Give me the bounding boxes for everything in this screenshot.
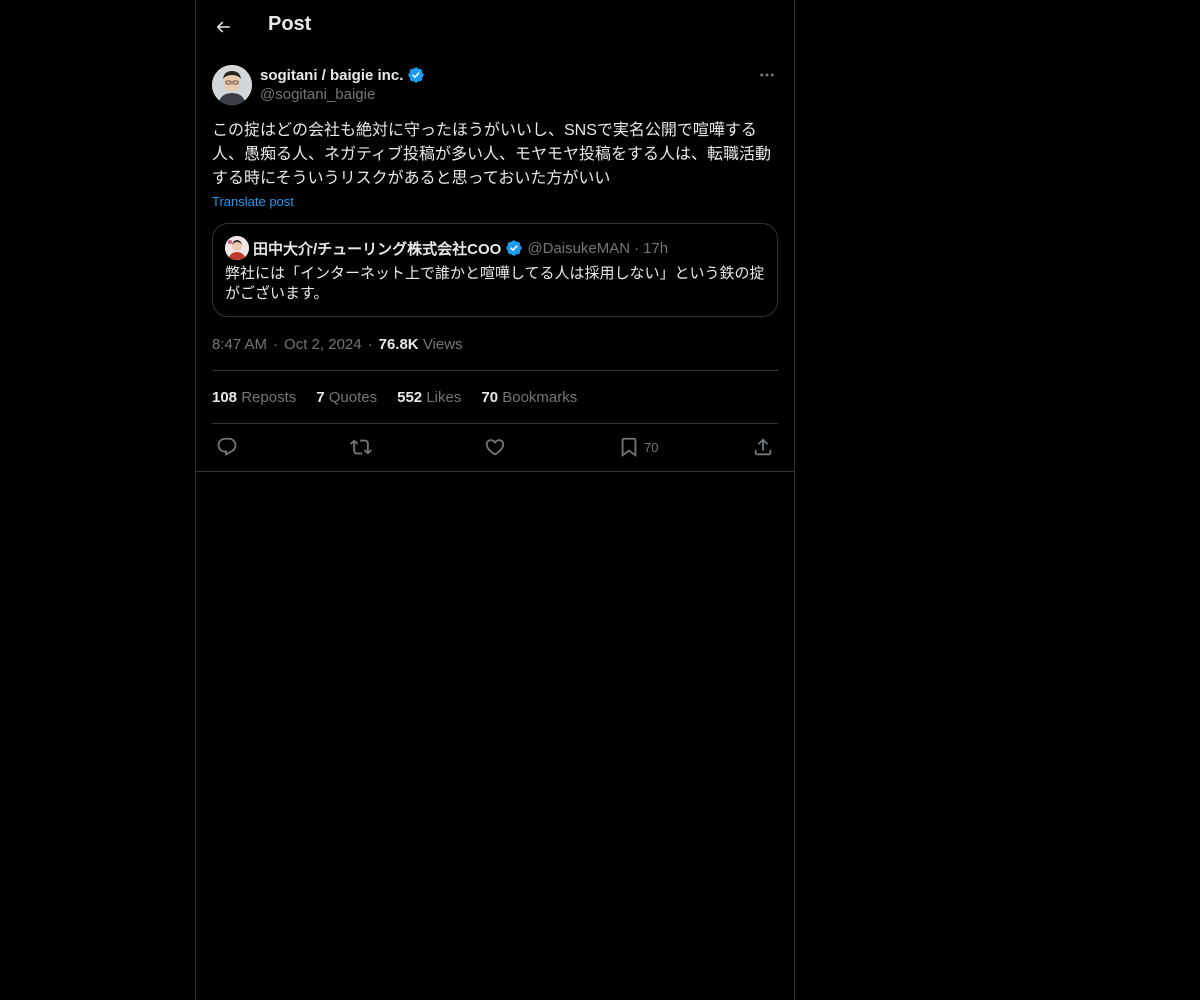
page-title: Post — [268, 13, 312, 35]
bookmarks-stat[interactable]: 70 Bookmarks — [481, 389, 577, 406]
reply-icon — [216, 436, 238, 458]
separator-dot: · — [273, 335, 279, 353]
likes-count: 552 — [397, 388, 423, 406]
share-button[interactable] — [752, 434, 774, 460]
post-stats: 108 Reposts 7 Quotes 552 Likes 70 Bookma… — [212, 387, 577, 407]
more-options-button[interactable] — [752, 64, 782, 86]
views-count: 76.8K — [378, 335, 419, 353]
verified-badge-icon — [505, 239, 523, 257]
heart-icon — [484, 436, 506, 458]
quoted-post-time: 17h — [643, 239, 669, 257]
repost-button[interactable] — [350, 434, 372, 460]
verified-badge-icon — [407, 66, 425, 84]
quotes-count: 7 — [316, 388, 325, 406]
header-bar: Post — [196, 0, 794, 53]
translate-post-link[interactable]: Translate post — [212, 194, 294, 209]
bookmarks-label: Bookmarks — [502, 388, 578, 406]
reply-button[interactable] — [216, 434, 238, 460]
bookmarks-count: 70 — [481, 388, 499, 406]
action-bar: 70 — [196, 426, 794, 470]
bookmark-icon — [618, 436, 640, 458]
reposts-stat[interactable]: 108 Reposts — [212, 389, 296, 406]
author-name[interactable]: sogitani / baigie inc. — [260, 67, 403, 84]
divider — [212, 423, 778, 424]
quoted-post-text: 弊社には「インターネット上で誰かと喧嘩してる人は採用しない」という鉄の掟がござい… — [225, 265, 765, 302]
likes-stat[interactable]: 552 Likes — [397, 389, 461, 406]
quoted-author-handle: @DaisukeMAN — [527, 239, 631, 257]
author-handle[interactable]: @sogitani_baigie — [260, 86, 375, 103]
reposts-label: Reposts — [241, 388, 297, 406]
separator-dot: · — [634, 239, 640, 257]
author-name-row[interactable]: sogitani / baigie inc. — [260, 65, 425, 85]
views-label: Views — [422, 335, 463, 353]
quoted-post[interactable]: 田中大介/チューリング株式会社COO @DaisukeMAN · 17h 弊社に… — [212, 223, 778, 317]
reposts-count: 108 — [212, 388, 238, 406]
divider — [212, 370, 778, 371]
separator-dot: · — [367, 335, 373, 353]
back-button[interactable] — [206, 10, 240, 44]
post-meta: 8:47 AM · Oct 2, 2024 · 76.8K Views — [212, 334, 463, 354]
more-horizontal-icon — [758, 66, 776, 84]
quotes-label: Quotes — [328, 388, 378, 406]
post-text: この掟はどの会社も絶対に守ったほうがいいし、SNSで実名公開で喧嘩する人、愚痴る… — [212, 122, 772, 187]
arrow-left-icon — [214, 18, 232, 36]
post-column: Post sogitani / baigie inc. @sogitani_ba… — [195, 0, 795, 1000]
likes-label: Likes — [426, 388, 462, 406]
post-time[interactable]: 8:47 AM — [212, 336, 267, 353]
quoted-post-header: 田中大介/チューリング株式会社COO @DaisukeMAN · 17h — [225, 236, 668, 260]
repost-icon — [350, 436, 372, 458]
share-icon — [752, 436, 774, 458]
post-date[interactable]: Oct 2, 2024 — [284, 336, 362, 353]
author-avatar[interactable] — [212, 65, 252, 105]
quoted-author-name: 田中大介/チューリング株式会社COO — [253, 240, 502, 258]
like-button[interactable] — [484, 434, 506, 460]
bookmark-count: 70 — [644, 439, 659, 455]
views: 76.8K Views — [379, 336, 463, 353]
quotes-stat[interactable]: 7 Quotes — [316, 389, 377, 406]
quoted-author-avatar — [225, 236, 249, 260]
bookmark-button[interactable]: 70 — [618, 434, 658, 460]
divider — [196, 471, 794, 472]
